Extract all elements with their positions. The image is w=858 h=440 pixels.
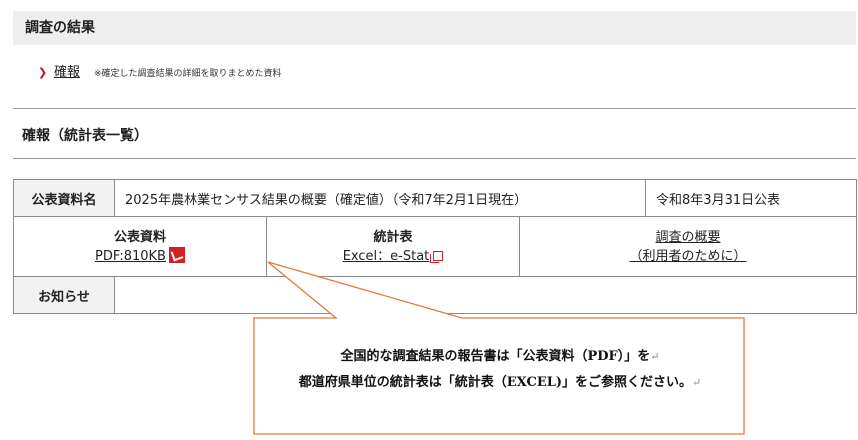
notice-value — [113, 276, 858, 314]
divider — [13, 158, 856, 159]
report-note: ※確定した調査結果の詳細を取りまとめた資料 — [94, 69, 282, 79]
callout-line-2: 都道府県単位の統計表は「統計表（EXCEL)」をご参照ください。↵ — [298, 375, 702, 390]
publication-table: 公表資料名 2025年農林業センサス結果の概要（確定値）（令和7年2月1日現在）… — [13, 179, 858, 314]
divider — [13, 108, 856, 109]
overview-sub-link[interactable]: （利用者のために） — [520, 247, 856, 266]
publication-name: 2025年農林業センサス結果の概要（確定値）（令和7年2月1日現在） — [113, 179, 647, 217]
paragraph-mark-icon: ↵ — [650, 350, 660, 363]
notice-label: お知らせ — [13, 276, 115, 314]
callout-text: 全国的な調査結果の報告書は「公表資料（PDF）」を↵ 都道府県単位の統計表は「統… — [256, 344, 744, 396]
table-row: 公表資料 PDF:810KB 統計表 Excel：e-Stat 調査の概要 （利… — [13, 216, 858, 277]
chevron-right-icon: ❯ — [38, 66, 48, 79]
pdf-icon[interactable] — [168, 246, 185, 263]
table-row: 公表資料名 2025年農林業センサス結果の概要（確定値）（令和7年2月1日現在）… — [13, 179, 858, 217]
paragraph-mark-icon: ↵ — [692, 376, 702, 389]
publication-name-label: 公表資料名 — [13, 179, 115, 217]
publication-title: 公表資料 — [113, 229, 166, 245]
table-row: お知らせ — [13, 276, 858, 314]
publication-date: 令和8年3月31日公表 — [645, 179, 858, 217]
report-link[interactable]: 確報 — [54, 65, 80, 80]
stat-table-cell: 統計表 Excel：e-Stat — [266, 216, 520, 277]
pdf-link[interactable]: PDF:810KB — [95, 249, 166, 264]
callout-line-1: 全国的な調査結果の報告書は「公表資料（PDF）」を↵ — [340, 349, 660, 364]
section-header: 調査の結果 — [13, 11, 856, 45]
subheading: 確報（統計表一覧） — [22, 128, 148, 144]
publication-cell: 公表資料 PDF:810KB — [13, 216, 267, 277]
stat-table-title: 統計表 — [373, 229, 413, 245]
report-link-row: ❯ 確報 ※確定した調査結果の詳細を取りまとめた資料 — [38, 64, 282, 82]
overview-cell: 調査の概要 （利用者のために） — [518, 216, 858, 277]
overview-link[interactable]: 調査の概要 — [520, 228, 856, 247]
estat-link[interactable]: Excel：e-Stat — [343, 249, 430, 264]
external-link-icon[interactable] — [430, 250, 444, 263]
